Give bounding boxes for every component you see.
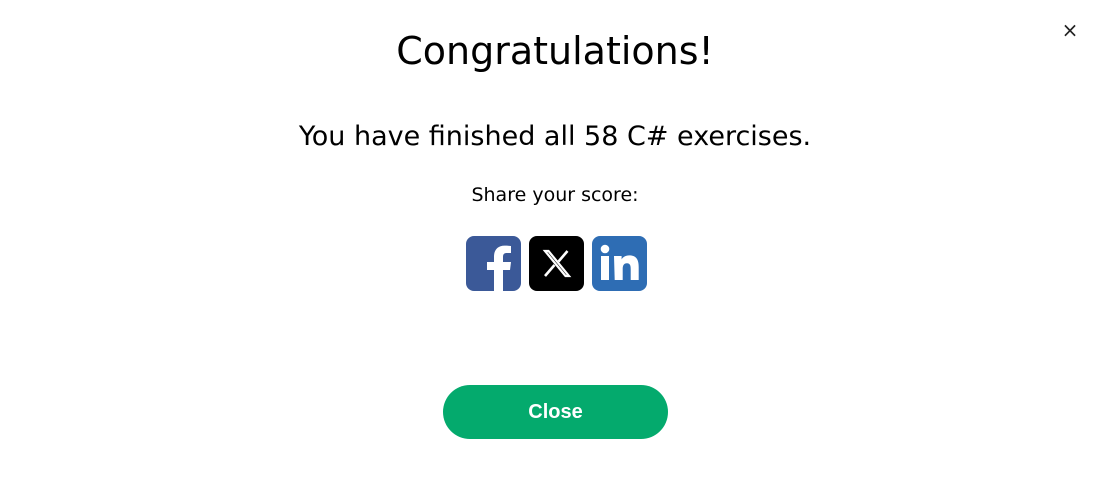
facebook-icon [487, 245, 511, 291]
linkedin-icon [600, 244, 639, 280]
dialog-title: Congratulations! [396, 29, 714, 73]
linkedin-share-button[interactable] [592, 236, 647, 291]
share-label: Share your score: [471, 184, 639, 206]
x-share-button[interactable] [529, 236, 584, 291]
close-button[interactable]: Close [443, 385, 668, 439]
share-buttons [466, 236, 647, 291]
x-icon [542, 249, 572, 278]
completion-message: You have finished all 58 C# exercises. [298, 121, 812, 152]
facebook-share-button[interactable] [466, 236, 521, 291]
